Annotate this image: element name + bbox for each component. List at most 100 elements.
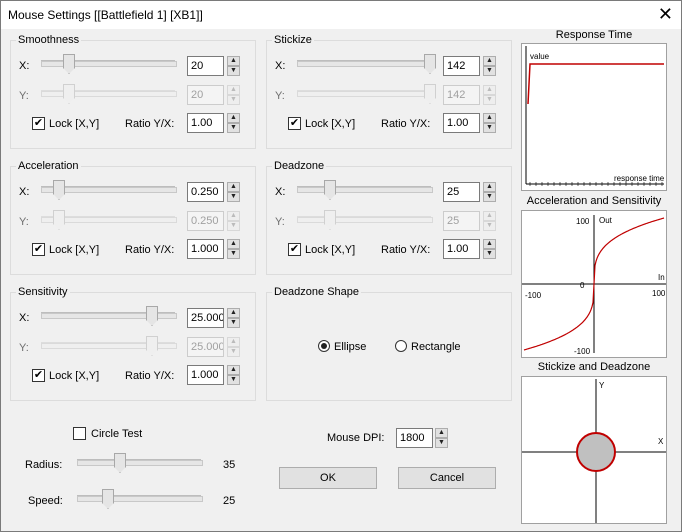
speed-value: 25 [223,495,236,507]
smoothness-y-up[interactable]: ▲ [227,85,240,95]
stickize-x-down[interactable]: ▼ [483,66,496,76]
response-time-title: Response Time [555,29,633,41]
ok-button[interactable]: OK [279,467,377,489]
smoothness-y-input[interactable]: 20 [187,85,224,105]
deadzone-y-input[interactable]: 25 [443,211,480,231]
stickize-ratio-input[interactable]: 1.00 [443,113,480,133]
mouse-dpi-input[interactable]: 1800 [396,428,433,448]
deadzone-x-label: X: [275,186,286,198]
response-time-line [527,63,664,105]
acceleration-y-up[interactable]: ▲ [227,211,240,221]
stickize-y-up[interactable]: ▲ [483,85,496,95]
speed-slider[interactable] [77,496,203,502]
sensitivity-x-up[interactable]: ▲ [227,308,240,318]
acceleration-ratio-down[interactable]: ▼ [227,249,240,259]
smoothness-x-input[interactable]: 20 [187,56,224,76]
acceleration-ratio-up[interactable]: ▲ [227,239,240,249]
acceleration-y-label: Y: [19,216,29,228]
stickize-y-down[interactable]: ▼ [483,95,496,105]
accel-sens-x-min: -100 [525,291,542,300]
radius-label: Radius: [25,459,63,471]
close-icon[interactable]: ✕ [658,4,673,24]
smoothness-ratio-down[interactable]: ▼ [227,123,240,133]
sensitivity-lock-checkbox[interactable]: ✔ [32,369,45,382]
cancel-button[interactable]: Cancel [398,467,496,489]
accel-sens-y-max: 100 [576,217,590,226]
window-title: Mouse Settings [[Battlefield 1] [XB1]] [8,8,203,22]
sensitivity-x-input[interactable]: 25.000 [187,308,224,328]
stickize-x-slider[interactable] [297,61,433,67]
mouse-dpi-up[interactable]: ▲ [435,428,448,438]
smoothness-y-label: Y: [19,90,29,102]
sensitivity-lock-label: Lock [X,Y] [49,370,100,382]
accel-sens-y-min: -100 [574,347,591,356]
speed-thumb[interactable] [102,489,114,509]
smoothness-x-down[interactable]: ▼ [227,66,240,76]
stickize-deadzone-graph: Y X [521,376,667,524]
rectangle-radio[interactable] [395,340,407,352]
stickize-title: Stickize [272,34,314,46]
smoothness-x-up[interactable]: ▲ [227,56,240,66]
deadzone-x-up[interactable]: ▲ [483,182,496,192]
deadzone-ratio-input[interactable]: 1.00 [443,239,480,259]
acceleration-title: Acceleration [16,160,81,172]
stickize-deadzone-svg [522,379,666,523]
smoothness-ratio-up[interactable]: ▲ [227,113,240,123]
sensitivity-ratio-up[interactable]: ▲ [227,365,240,375]
deadzone-ratio-down[interactable]: ▼ [483,249,496,259]
smoothness-y-down[interactable]: ▼ [227,95,240,105]
speed-label: Speed: [28,495,63,507]
sensitivity-y-up[interactable]: ▲ [227,337,240,347]
acceleration-x-label: X: [19,186,30,198]
accel-sens-title: Acceleration and Sensitivity [526,195,662,207]
deadzone-x-down[interactable]: ▼ [483,192,496,202]
circle-test-checkbox[interactable] [73,427,86,440]
smoothness-ratio-input[interactable]: 1.00 [187,113,224,133]
deadzone-ratio-up[interactable]: ▲ [483,239,496,249]
smoothness-lock-checkbox[interactable]: ✔ [32,117,45,130]
rectangle-label: Rectangle [411,341,461,353]
sensitivity-y-input[interactable]: 25.000 [187,337,224,357]
acceleration-y-down[interactable]: ▼ [227,221,240,231]
stickize-ratio-down[interactable]: ▼ [483,123,496,133]
deadzone-lock-checkbox[interactable]: ✔ [288,243,301,256]
smoothness-y-slider[interactable] [41,91,177,97]
acceleration-x-down[interactable]: ▼ [227,192,240,202]
stickize-y-input[interactable]: 142 [443,85,480,105]
accel-sens-zero: 0 [580,281,585,290]
accel-sens-x-max: 100 [652,289,666,298]
mouse-dpi-down[interactable]: ▼ [435,438,448,448]
radius-thumb[interactable] [114,453,126,473]
sensitivity-ratio-input[interactable]: 1.000 [187,365,224,385]
deadzone-x-slider[interactable] [297,187,433,193]
stickize-lock-checkbox[interactable]: ✔ [288,117,301,130]
acceleration-x-up[interactable]: ▲ [227,182,240,192]
acceleration-ratio-input[interactable]: 1.000 [187,239,224,259]
stickize-x-input[interactable]: 142 [443,56,480,76]
accel-sens-svg [522,215,666,353]
sensitivity-ratio-down[interactable]: ▼ [227,375,240,385]
stickize-x-up[interactable]: ▲ [483,56,496,66]
deadzone-x-input[interactable]: 25 [443,182,480,202]
sensitivity-x-down[interactable]: ▼ [227,318,240,328]
deadzone-y-slider[interactable] [297,217,433,223]
ellipse-label: Ellipse [334,341,367,353]
acceleration-lock-label: Lock [X,Y] [49,244,100,256]
deadzone-y-up[interactable]: ▲ [483,211,496,221]
ellipse-radio[interactable] [318,340,330,352]
smoothness-x-slider[interactable] [41,61,177,67]
response-time-x-label: response time [614,174,665,183]
stickize-y-label: Y: [275,90,285,102]
acceleration-lock-checkbox[interactable]: ✔ [32,243,45,256]
acceleration-y-input[interactable]: 0.250 [187,211,224,231]
sensitivity-y-down[interactable]: ▼ [227,347,240,357]
acceleration-x-input[interactable]: 0.250 [187,182,224,202]
deadzone-shape-group [266,292,512,401]
stickize-y-slider[interactable] [297,91,433,97]
radius-slider[interactable] [77,460,203,466]
deadzone-y-down[interactable]: ▼ [483,221,496,231]
circle-test-label: Circle Test [91,428,143,440]
stickize-ratio-up[interactable]: ▲ [483,113,496,123]
mouse-settings-window: Mouse Settings [[Battlefield 1] [XB1]] ✕… [0,0,682,532]
response-time-graph: value response time [521,43,667,191]
